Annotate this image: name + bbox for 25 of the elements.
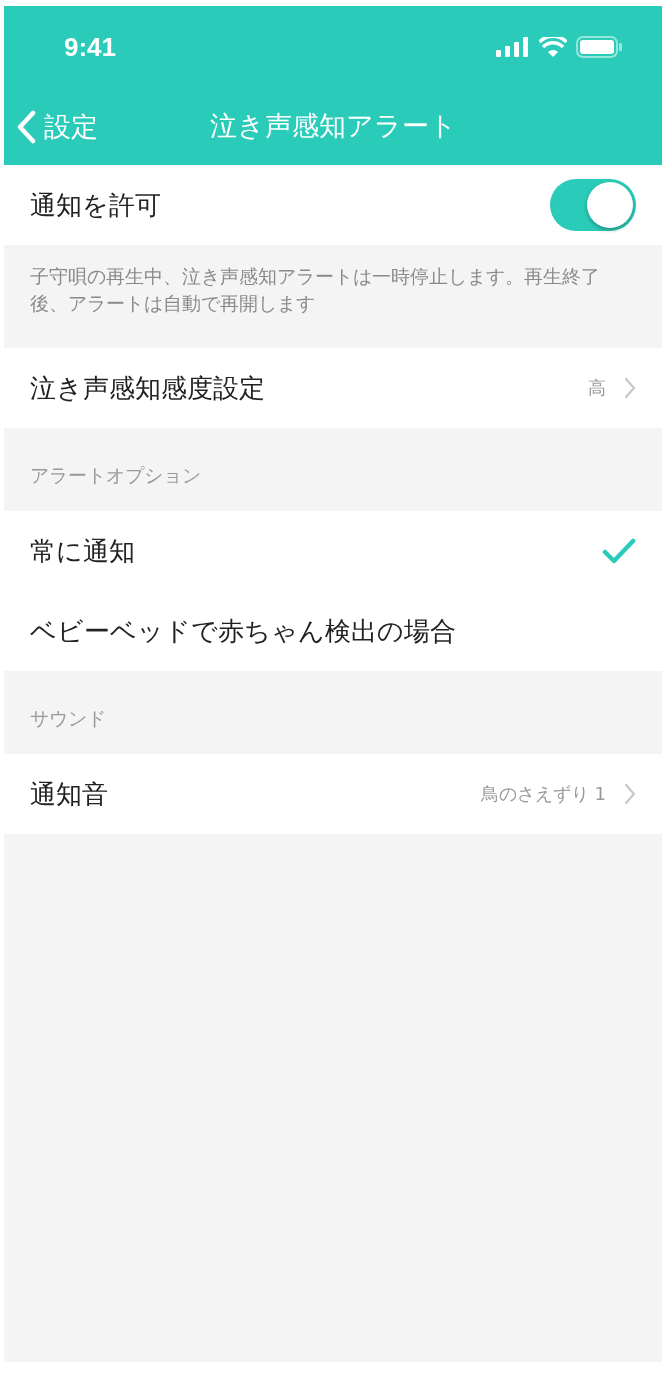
setting-value: 高 xyxy=(588,376,606,401)
option-row[interactable]: ベビーベッドで赤ちゃん検出の場合 xyxy=(4,591,662,672)
chevron-right-icon xyxy=(624,377,636,400)
option-label: ベビーベッドで赤ちゃん検出の場合 xyxy=(30,614,456,648)
setting-value: 鳥のさえずり 1 xyxy=(480,782,606,807)
note-text: 子守唄の再生中、泣き声感知アラートは一時停止します。再生終了後、アラートは自動で再開します xyxy=(30,265,600,314)
chevron-left-icon xyxy=(16,109,36,144)
option-row[interactable]: 常に通知 xyxy=(4,511,662,592)
settings-row[interactable]: 通知音 鳥のさえずり 1 xyxy=(4,754,662,835)
setting-label: 通知を許可 xyxy=(30,188,161,222)
chevron-right-icon xyxy=(624,783,636,806)
back-label: 設定 xyxy=(44,109,98,144)
battery-icon xyxy=(576,36,622,58)
checkmark-icon xyxy=(602,538,636,565)
section-header: サウンド xyxy=(30,706,106,732)
toggle-switch[interactable] xyxy=(550,179,636,231)
settings-row[interactable]: 泣き声感知感度設定 高 xyxy=(4,348,662,429)
section-header: アラートオプション xyxy=(30,463,201,489)
option-label: 常に通知 xyxy=(30,534,135,568)
screen-title: 泣き声感知アラート xyxy=(209,109,457,143)
status-time: 9:41 xyxy=(64,31,117,63)
setting-label: 通知音 xyxy=(30,777,108,811)
setting-label: 泣き声感知感度設定 xyxy=(30,371,265,405)
signal-icon xyxy=(496,37,530,57)
wifi-icon xyxy=(539,37,567,57)
